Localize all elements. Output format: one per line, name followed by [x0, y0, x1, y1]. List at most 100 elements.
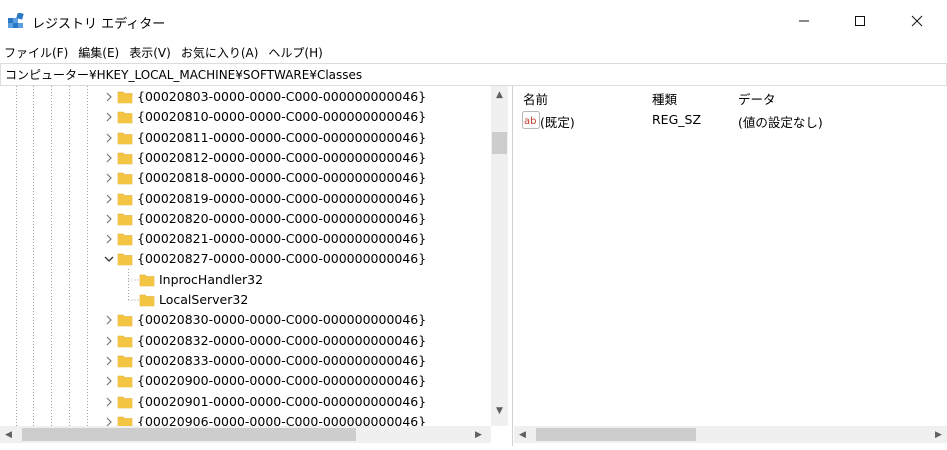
value-data: (値の設定なし)	[738, 115, 823, 130]
chevron-right-icon[interactable]	[101, 229, 117, 249]
value-name[interactable]: (既定)	[540, 112, 575, 131]
title-bar: レジストリ エディター	[0, 0, 947, 42]
folder-icon	[117, 254, 133, 266]
chevron-right-icon[interactable]	[101, 128, 117, 148]
tree-node-label: {00020811-0000-0000-C000-000000000046}	[137, 129, 427, 145]
scroll-down-arrow-icon[interactable]: ▼	[491, 402, 508, 419]
tree-node[interactable]: {00020830-0000-0000-C000-000000000046}	[101, 310, 426, 330]
folder-icon	[117, 172, 133, 185]
scroll-thumb[interactable]	[536, 428, 696, 441]
chevron-right-icon[interactable]	[101, 168, 117, 188]
tree-node-label: {00020821-0000-0000-C000-000000000046}	[137, 231, 427, 247]
folder-icon	[117, 111, 133, 124]
menu-help[interactable]: ヘルプ(H)	[263, 44, 327, 61]
maximize-button[interactable]	[831, 0, 889, 42]
scroll-left-arrow-icon[interactable]: ◀	[0, 426, 17, 443]
tree-node-label: {00020901-0000-0000-C000-000000000046}	[137, 393, 427, 409]
tree-node-label: {00020820-0000-0000-C000-000000000046}	[137, 210, 427, 226]
folder-icon	[117, 132, 133, 144]
key-tree-pane[interactable]: {00020803-0000-0000-C000-000000000046} {0…	[0, 86, 513, 446]
menu-file[interactable]: ファイル(F)	[0, 44, 73, 61]
close-icon	[911, 15, 923, 27]
chevron-right-icon[interactable]	[101, 107, 117, 127]
scroll-thumb[interactable]	[22, 428, 356, 441]
chevron-right-icon[interactable]	[101, 310, 117, 330]
tree-node[interactable]: {00020811-0000-0000-C000-000000000046}	[101, 128, 426, 148]
folder-icon	[117, 193, 133, 205]
tree-node[interactable]: {00020833-0000-0000-C000-000000000046}	[101, 351, 426, 371]
folder-icon	[117, 152, 133, 165]
scroll-right-arrow-icon[interactable]: ▶	[470, 426, 487, 443]
window-title: レジストリ エディター	[32, 17, 166, 32]
folder-icon	[139, 294, 155, 307]
tree-node[interactable]: {00020901-0000-0000-C000-000000000046}	[101, 392, 426, 412]
scroll-right-arrow-icon[interactable]: ▶	[930, 426, 947, 443]
tree-node[interactable]: {00020900-0000-0000-C000-000000000046}	[101, 371, 426, 391]
folder-icon	[117, 213, 133, 226]
tree-node-label: {00020830-0000-0000-C000-000000000046}	[137, 312, 427, 328]
chevron-right-icon[interactable]	[101, 371, 117, 391]
tree-node[interactable]: {00020818-0000-0000-C000-000000000046}	[101, 168, 426, 188]
close-button[interactable]	[888, 0, 946, 42]
registry-editor-icon	[8, 13, 24, 28]
maximize-icon	[855, 16, 865, 26]
tree-node-label: {00020818-0000-0000-C000-000000000046}	[137, 170, 427, 186]
tree-node-label: InprocHandler32	[159, 271, 264, 287]
tree-node-label: {00020819-0000-0000-C000-000000000046}	[137, 190, 427, 206]
folder-icon	[117, 91, 133, 104]
menu-bar: ファイル(F) 編集(E) 表示(V) お気に入り(A) ヘルプ(H)	[0, 42, 947, 62]
chevron-right-icon[interactable]	[101, 87, 117, 107]
tree-child-node[interactable]: InprocHandler32	[139, 270, 263, 290]
menu-view[interactable]: 表示(V)	[124, 44, 176, 61]
folder-icon	[117, 335, 133, 347]
tree-node[interactable]: {00020820-0000-0000-C000-000000000046}	[101, 209, 426, 229]
value-list-pane[interactable]: 名前 種類 データ ab (既定) REG_SZ (値の設定なし) ◀ ▶	[514, 86, 947, 446]
chevron-right-icon[interactable]	[101, 209, 117, 229]
menu-favorites[interactable]: お気に入り(A)	[176, 44, 264, 61]
tree-vertical-scrollbar[interactable]: ▲ ▼	[491, 86, 508, 426]
tree-node[interactable]: {00020827-0000-0000-C000-000000000046}	[101, 249, 426, 269]
chevron-down-icon[interactable]	[101, 249, 117, 269]
tree-node-label: {00020900-0000-0000-C000-000000000046}	[137, 373, 427, 389]
folder-icon	[139, 274, 155, 286]
tree-node[interactable]: {00020810-0000-0000-C000-000000000046}	[101, 107, 426, 127]
address-bar[interactable]: コンピューター¥HKEY_LOCAL_MACHINE¥SOFTWARE¥Clas…	[0, 63, 947, 86]
list-horizontal-scrollbar[interactable]: ◀ ▶	[514, 426, 947, 443]
column-header-name[interactable]: 名前	[523, 89, 548, 107]
tree-horizontal-scrollbar[interactable]: ◀ ▶	[0, 426, 491, 443]
minimize-button[interactable]	[775, 0, 833, 42]
folder-icon	[117, 233, 133, 246]
minimize-icon	[799, 20, 809, 22]
tree-child-node[interactable]: LocalServer32	[139, 290, 248, 310]
tree-node-label: LocalServer32	[159, 292, 249, 307]
tree-node[interactable]: {00020821-0000-0000-C000-000000000046}	[101, 229, 426, 249]
chevron-right-icon[interactable]	[101, 351, 117, 371]
tree-node[interactable]: {00020819-0000-0000-C000-000000000046}	[101, 189, 426, 209]
chevron-right-icon[interactable]	[101, 189, 117, 209]
chevron-right-icon[interactable]	[101, 148, 117, 168]
tree-node-label: {00020810-0000-0000-C000-000000000046}	[137, 109, 427, 125]
folder-icon	[117, 375, 133, 388]
chevron-right-icon[interactable]	[101, 331, 117, 351]
chevron-right-icon[interactable]	[101, 392, 117, 412]
tree-node[interactable]: {00020832-0000-0000-C000-000000000046}	[101, 331, 426, 351]
scroll-thumb[interactable]	[492, 132, 507, 154]
folder-icon	[117, 314, 133, 327]
value-type: REG_SZ	[652, 112, 702, 127]
column-header-data[interactable]: データ	[738, 89, 776, 107]
scroll-up-arrow-icon[interactable]: ▲	[491, 86, 508, 103]
tree-node-label: {00020827-0000-0000-C000-000000000046}	[137, 251, 427, 267]
tree-node-label: {00020832-0000-0000-C000-000000000046}	[137, 332, 427, 348]
menu-edit[interactable]: 編集(E)	[73, 44, 124, 61]
folder-icon	[117, 396, 133, 408]
folder-icon	[117, 355, 133, 368]
tree-node[interactable]: {00020803-0000-0000-C000-000000000046}	[101, 87, 426, 107]
tree-node-label: {00020812-0000-0000-C000-000000000046}	[137, 149, 427, 165]
tree-node-label: {00020803-0000-0000-C000-000000000046}	[137, 89, 427, 104]
tree-node[interactable]: {00020812-0000-0000-C000-000000000046}	[101, 148, 426, 168]
string-value-icon: ab	[522, 111, 540, 129]
column-header-type[interactable]: 種類	[652, 89, 677, 107]
svg-text:ab: ab	[524, 116, 536, 127]
scroll-left-arrow-icon[interactable]: ◀	[514, 426, 531, 443]
address-path[interactable]: コンピューター¥HKEY_LOCAL_MACHINE¥SOFTWARE¥Clas…	[1, 66, 362, 83]
